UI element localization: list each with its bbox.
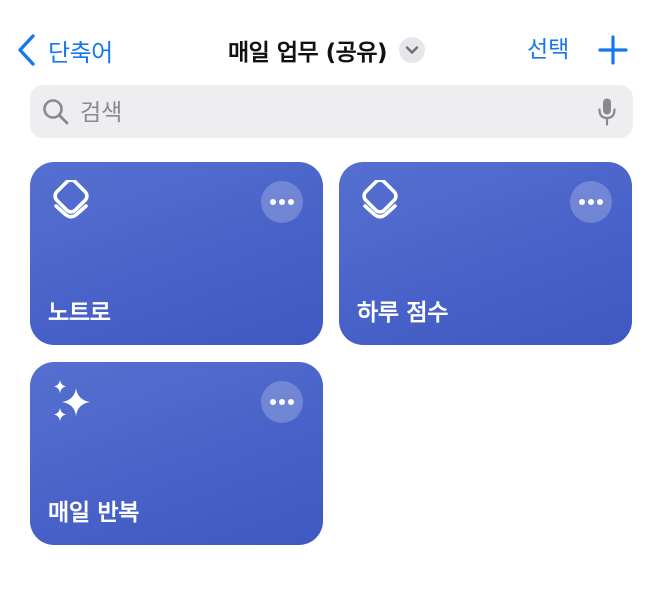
- search-icon: [43, 99, 69, 125]
- page-title: 매일 업무 (공유): [228, 40, 388, 66]
- back-button-label: 단축어: [48, 38, 113, 67]
- shortcut-card[interactable]: 하루 점수: [339, 162, 632, 345]
- ellipsis-icon: [270, 199, 294, 205]
- shortcut-label: 노트로: [48, 300, 111, 326]
- chevron-left-icon: [18, 34, 35, 66]
- more-options-button[interactable]: [261, 381, 303, 423]
- shortcut-label: 하루 점수: [357, 300, 449, 326]
- layers-icon: [53, 180, 89, 219]
- microphone-icon[interactable]: [597, 97, 617, 127]
- select-button[interactable]: 선택: [527, 31, 569, 69]
- shortcut-card[interactable]: 매일 반복: [30, 362, 323, 545]
- more-options-button[interactable]: [570, 181, 612, 223]
- search-input[interactable]: [78, 85, 582, 140]
- ellipsis-icon: [579, 199, 603, 205]
- shortcut-card[interactable]: 노트로: [30, 162, 323, 345]
- ellipsis-icon: [270, 399, 294, 405]
- more-options-button[interactable]: [261, 181, 303, 223]
- back-button[interactable]: 단축어: [16, 31, 113, 69]
- search-bar: [30, 85, 633, 140]
- plus-icon[interactable]: [598, 35, 628, 65]
- sparkles-icon: [54, 380, 90, 421]
- folder-title-menu[interactable]: 매일 업무 (공유): [228, 31, 425, 69]
- chevron-down-icon: [399, 37, 425, 63]
- shortcut-label: 매일 반복: [48, 500, 140, 526]
- layers-icon: [362, 180, 398, 219]
